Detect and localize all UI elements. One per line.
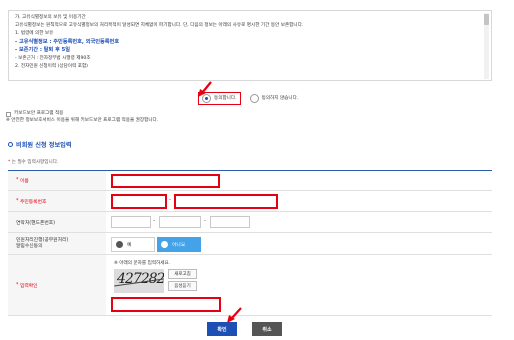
name-input[interactable] (111, 174, 220, 188)
terms-line: - 보존근거 : 전자정부법 시행령 제90조 (15, 56, 91, 61)
kb-note-text: ※ 안전한 정보보호서비스 이용을 위해 키보드보안 프로그램 적용을 권장합니… (6, 118, 159, 123)
section-title-text: 비회원 신청 정보입력 (16, 142, 72, 149)
phone-label: 연락처(핸드폰번호) (8, 212, 106, 232)
form-row-sms: 민원처리진행(공무원처리) 알림수신동의 예 아니요 (8, 233, 492, 255)
captcha-input[interactable] (111, 297, 221, 312)
sms-no-label: 아니요 (172, 243, 186, 248)
terms-line-highlight: - 보존기간 : 탈퇴 후 5일 (15, 47, 71, 53)
circle-bullet-icon (8, 142, 13, 147)
rrn-front-input[interactable] (111, 194, 167, 209)
phone-last-input[interactable] (210, 216, 250, 228)
application-form: * 이름 * 주민등록번호 - 연락처(핸드폰번호) - - 민원처리진행(공무… (8, 170, 492, 316)
rrn-label: * 주민등록번호 (8, 191, 106, 211)
sms-no-toggle[interactable]: 아니요 (157, 237, 201, 252)
cancel-button[interactable]: 취소 (252, 322, 282, 336)
captcha-hint: ※ 아래의 문자를 입력하세요. (114, 261, 171, 266)
phone-middle-input[interactable] (159, 216, 201, 228)
kb-security-note: ※ 안전한 정보보호서비스 이용을 위해 키보드보안 프로그램 적용을 권장합니… (6, 118, 158, 124)
captcha-refresh-button[interactable]: 새로고침 (168, 269, 197, 279)
required-star-icon: * (8, 160, 11, 165)
rrn-back-input[interactable] (174, 194, 278, 209)
captcha-label: * 입력확인 (8, 255, 106, 315)
phone-first-input[interactable] (111, 216, 151, 228)
kb-security-option[interactable]: 키보드보안 프로그램 적용 (6, 111, 63, 117)
disagree-option[interactable]: 동의하지 않습니다. (249, 93, 299, 103)
kb-security-label: 키보드보안 프로그램 적용 (14, 111, 64, 116)
terms-line: 1. 법령에 의한 보유 (15, 31, 54, 36)
disagree-label: 동의하지 않습니다. (261, 96, 299, 101)
dash: - (204, 217, 207, 224)
captcha-audio-button[interactable]: 음성듣기 (168, 281, 197, 291)
terms-line-highlight: - 고유식별정보 : 주민등록번호, 외국인등록번호 (15, 39, 120, 45)
disagree-radio[interactable] (249, 93, 259, 103)
terms-line: 2. 전자민원 신청이력 (상담이력 포함) (15, 64, 88, 69)
form-row-phone: 연락처(핸드폰번호) - - (8, 212, 492, 233)
required-note: * 는 필수 입력사항입니다. (8, 159, 58, 165)
red-arrow-icon (227, 307, 242, 323)
sms-yes-toggle[interactable]: 예 (111, 237, 155, 252)
agree-label: 동의합니다. (214, 96, 237, 101)
radio-dot-icon (161, 241, 168, 248)
required-note-text: 는 필수 입력사항입니다. (11, 160, 59, 165)
sms-label: 민원처리진행(공무원처리) 알림수신동의 (8, 233, 106, 254)
form-row-rrn: * 주민등록번호 - (8, 191, 492, 212)
terms-scrollbar[interactable] (484, 13, 489, 79)
sms-yes-label: 예 (127, 243, 132, 248)
kb-security-checkbox[interactable] (6, 111, 11, 117)
terms-scroll-box[interactable]: 가. 고유식별정보의 보유 및 이용기간 고유식별정보는 원칙적으로 고유식별정… (8, 10, 492, 81)
form-row-captcha: * 입력확인 ※ 아래의 문자를 입력하세요. 427282 새로고침 음성듣기 (8, 255, 492, 316)
radio-dot-icon (116, 241, 123, 248)
terms-line: 가. 고유식별정보의 보유 및 이용기간 (15, 15, 86, 20)
terms-line: 고유식별정보는 원칙적으로 고유식별정보의 처리목적이 달성되면 지체없이 파기… (15, 23, 304, 28)
dash: - (169, 196, 172, 203)
dash: - (153, 217, 156, 224)
scrollbar-thumb[interactable] (484, 14, 489, 25)
captcha-image: 427282 (114, 269, 164, 293)
red-arrow-icon (198, 81, 212, 97)
name-label: * 이름 (8, 171, 106, 190)
form-row-name: * 이름 (8, 171, 492, 191)
section-title: 비회원 신청 정보입력 (8, 140, 72, 149)
confirm-button[interactable]: 확인 (207, 322, 237, 336)
